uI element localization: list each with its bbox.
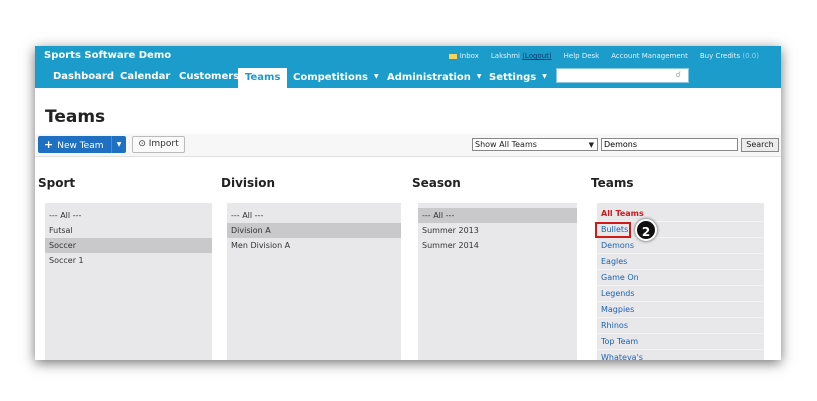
- nav-competitions[interactable]: Competitions ▼: [293, 66, 379, 88]
- team-item-magpies[interactable]: Magpies: [597, 302, 764, 318]
- user-info: Lakshmi (Logout): [491, 52, 552, 60]
- division-item-all[interactable]: --- All ---: [227, 208, 401, 223]
- mail-icon: [448, 53, 457, 59]
- team-item-rhinos[interactable]: Rhinos: [597, 318, 764, 334]
- import-icon: ⊙: [138, 139, 146, 149]
- logout-link[interactable]: (Logout): [522, 52, 551, 60]
- app-title: Sports Software Demo: [44, 50, 172, 61]
- toolbar: +New Team ▼ ⊙ Import Show All Teams ▼ Se…: [35, 134, 781, 157]
- team-filter-select[interactable]: Show All Teams ▼: [472, 138, 598, 151]
- credit-count: (0.0): [742, 52, 759, 60]
- page-title: Teams: [45, 107, 106, 127]
- app-window: Sports Software Demo Inbox Lakshmi (Logo…: [35, 46, 781, 360]
- division-item-men-division-a[interactable]: Men Division A: [227, 238, 401, 253]
- import-button[interactable]: ⊙ Import: [132, 136, 185, 153]
- division-item-division-a[interactable]: Division A: [227, 223, 401, 238]
- chevron-down-icon: ▼: [476, 73, 482, 80]
- nav-settings-label: Settings: [489, 72, 537, 83]
- team-search-input[interactable]: [601, 138, 738, 151]
- new-team-button[interactable]: + New Team ▼: [38, 136, 126, 153]
- division-heading: Division: [221, 176, 276, 190]
- search-icon[interactable]: ☌: [676, 70, 681, 79]
- buy-credits-label: Buy Credits: [699, 52, 741, 60]
- nav-administration-label: Administration: [387, 72, 471, 83]
- inbox-label: Inbox: [459, 52, 479, 60]
- nav-dashboard[interactable]: Dashboard: [53, 66, 114, 88]
- nav-competitions-label: Competitions: [293, 72, 368, 83]
- sport-item-futsal[interactable]: Futsal: [45, 223, 212, 238]
- sport-item-all[interactable]: --- All ---: [45, 208, 212, 223]
- search-button[interactable]: Search: [741, 138, 779, 152]
- season-list: --- All --- Summer 2013 Summer 2014: [418, 203, 577, 360]
- account-management-link[interactable]: Account Management: [611, 52, 688, 60]
- nav-calendar[interactable]: Calendar: [120, 66, 170, 88]
- main-nav: Dashboard Calendar Customers Teams Compe…: [35, 66, 781, 88]
- nav-administration[interactable]: Administration ▼: [387, 66, 482, 88]
- team-item-whatevas[interactable]: Whateva's: [597, 350, 764, 360]
- chevron-down-icon: ▼: [373, 73, 379, 80]
- help-desk-link[interactable]: Help Desk: [564, 52, 600, 60]
- top-links: Inbox Lakshmi (Logout) Help Desk Account…: [448, 52, 759, 60]
- page-header: Teams: [35, 88, 781, 135]
- plus-icon: +: [44, 138, 54, 151]
- team-filter-value: Show All Teams: [475, 140, 537, 149]
- season-item-summer-2013[interactable]: Summer 2013: [418, 223, 577, 238]
- team-item-demons[interactable]: Demons: [597, 238, 764, 254]
- new-team-dropdown-toggle[interactable]: ▼: [111, 136, 126, 153]
- import-label: Import: [148, 139, 179, 149]
- new-team-label: New Team: [57, 141, 104, 151]
- sport-heading: Sport: [38, 176, 76, 190]
- inbox-link[interactable]: Inbox: [448, 52, 479, 60]
- buy-credits-link[interactable]: Buy Credits (0.0): [700, 52, 759, 60]
- team-item-game-on[interactable]: Game On: [597, 270, 764, 286]
- team-item-top-team[interactable]: Top Team: [597, 334, 764, 350]
- annotation-highlight-box: [595, 222, 631, 238]
- sport-list: --- All --- Futsal Soccer Soccer 1: [45, 203, 212, 360]
- team-item-eagles[interactable]: Eagles: [597, 254, 764, 270]
- team-item-all-teams[interactable]: All Teams: [597, 206, 764, 222]
- nav-teams[interactable]: Teams: [238, 68, 288, 88]
- nav-search-input[interactable]: [557, 75, 663, 88]
- top-bar: Sports Software Demo Inbox Lakshmi (Logo…: [35, 46, 781, 66]
- season-item-all[interactable]: --- All ---: [418, 208, 577, 223]
- nav-settings[interactable]: Settings ▼: [489, 66, 547, 88]
- chevron-down-icon: ▼: [542, 73, 547, 80]
- user-name: Lakshmi: [490, 52, 520, 60]
- nav-customers[interactable]: Customers: [179, 66, 239, 88]
- step-number-badge: 2: [635, 219, 657, 241]
- dropdown-arrow-icon: ▼: [588, 141, 594, 149]
- season-item-summer-2014[interactable]: Summer 2014: [418, 238, 577, 253]
- sport-item-soccer-1[interactable]: Soccer 1: [45, 253, 212, 268]
- teams-heading: Teams: [591, 176, 634, 190]
- nav-search-box: ☌: [556, 68, 689, 88]
- division-list: --- All --- Division A Men Division A: [227, 203, 401, 360]
- sport-item-soccer[interactable]: Soccer: [45, 238, 212, 253]
- season-heading: Season: [412, 176, 461, 190]
- team-item-legends[interactable]: Legends: [597, 286, 764, 302]
